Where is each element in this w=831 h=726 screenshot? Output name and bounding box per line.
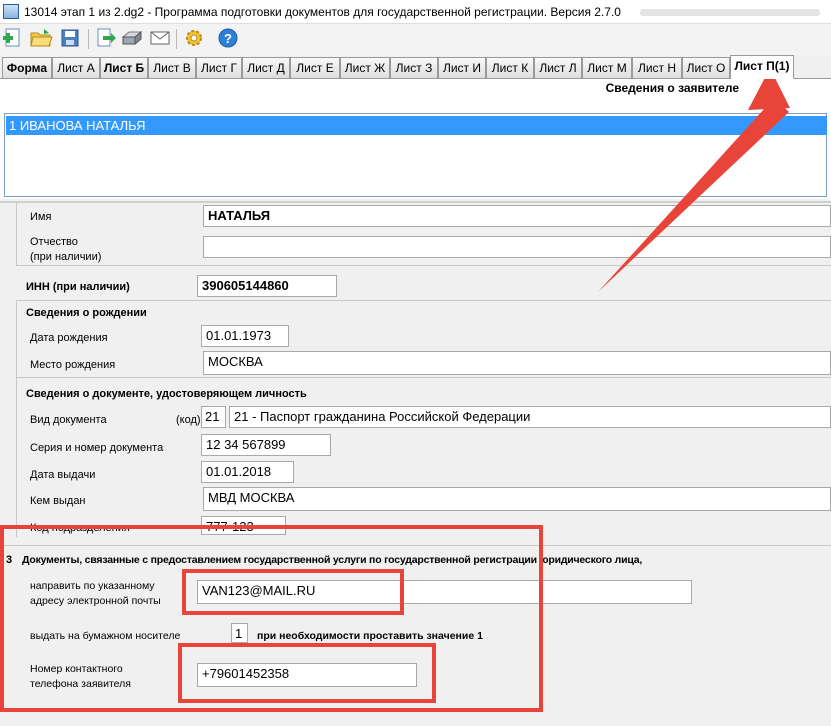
annotation-arrow <box>598 68 790 292</box>
tab-list-p1[interactable]: Лист П(1) <box>730 55 794 79</box>
